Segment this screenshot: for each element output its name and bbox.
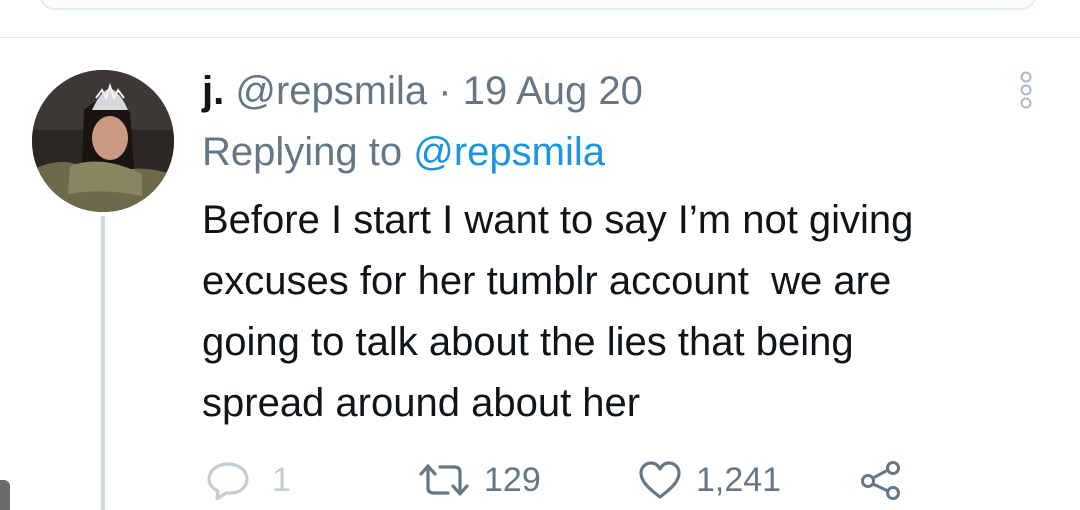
handle[interactable]: @repsmila	[235, 69, 427, 113]
tweet-date[interactable]: 19 Aug 20	[463, 69, 643, 113]
reply-icon	[207, 462, 249, 500]
like-button[interactable]: 1,241	[638, 452, 781, 508]
retweet-button[interactable]: 129	[418, 452, 541, 508]
heart-icon	[639, 461, 681, 499]
divider	[0, 37, 1080, 38]
retweet-icon	[419, 464, 469, 496]
retweet-count: 129	[484, 461, 541, 499]
replying-prefix: Replying to	[202, 130, 403, 174]
tweet-page: j. @repsmila · 19 Aug 20 Replying to @re…	[0, 0, 1080, 510]
tweet-text: Before I start I want to say I’m not giv…	[202, 198, 914, 425]
more-vertical-icon[interactable]	[1016, 70, 1036, 110]
share-icon	[861, 461, 900, 500]
action-bar: 1 129 1,241	[0, 452, 1080, 508]
replying-to-mention[interactable]: @repsmila	[413, 130, 605, 174]
tweet-header: j. @repsmila · 19 Aug 20	[202, 66, 643, 116]
reply-button[interactable]: 1	[206, 452, 291, 508]
like-count: 1,241	[696, 461, 782, 499]
avatar[interactable]	[32, 70, 174, 212]
display-name[interactable]: j.	[202, 69, 224, 113]
separator: ·	[438, 69, 452, 113]
share-button[interactable]	[858, 452, 904, 508]
replying-to: Replying to @repsmila	[202, 127, 605, 177]
previous-tweet-card[interactable]	[40, 0, 1036, 10]
avatar-image	[32, 70, 174, 212]
reply-count: 1	[272, 461, 291, 499]
